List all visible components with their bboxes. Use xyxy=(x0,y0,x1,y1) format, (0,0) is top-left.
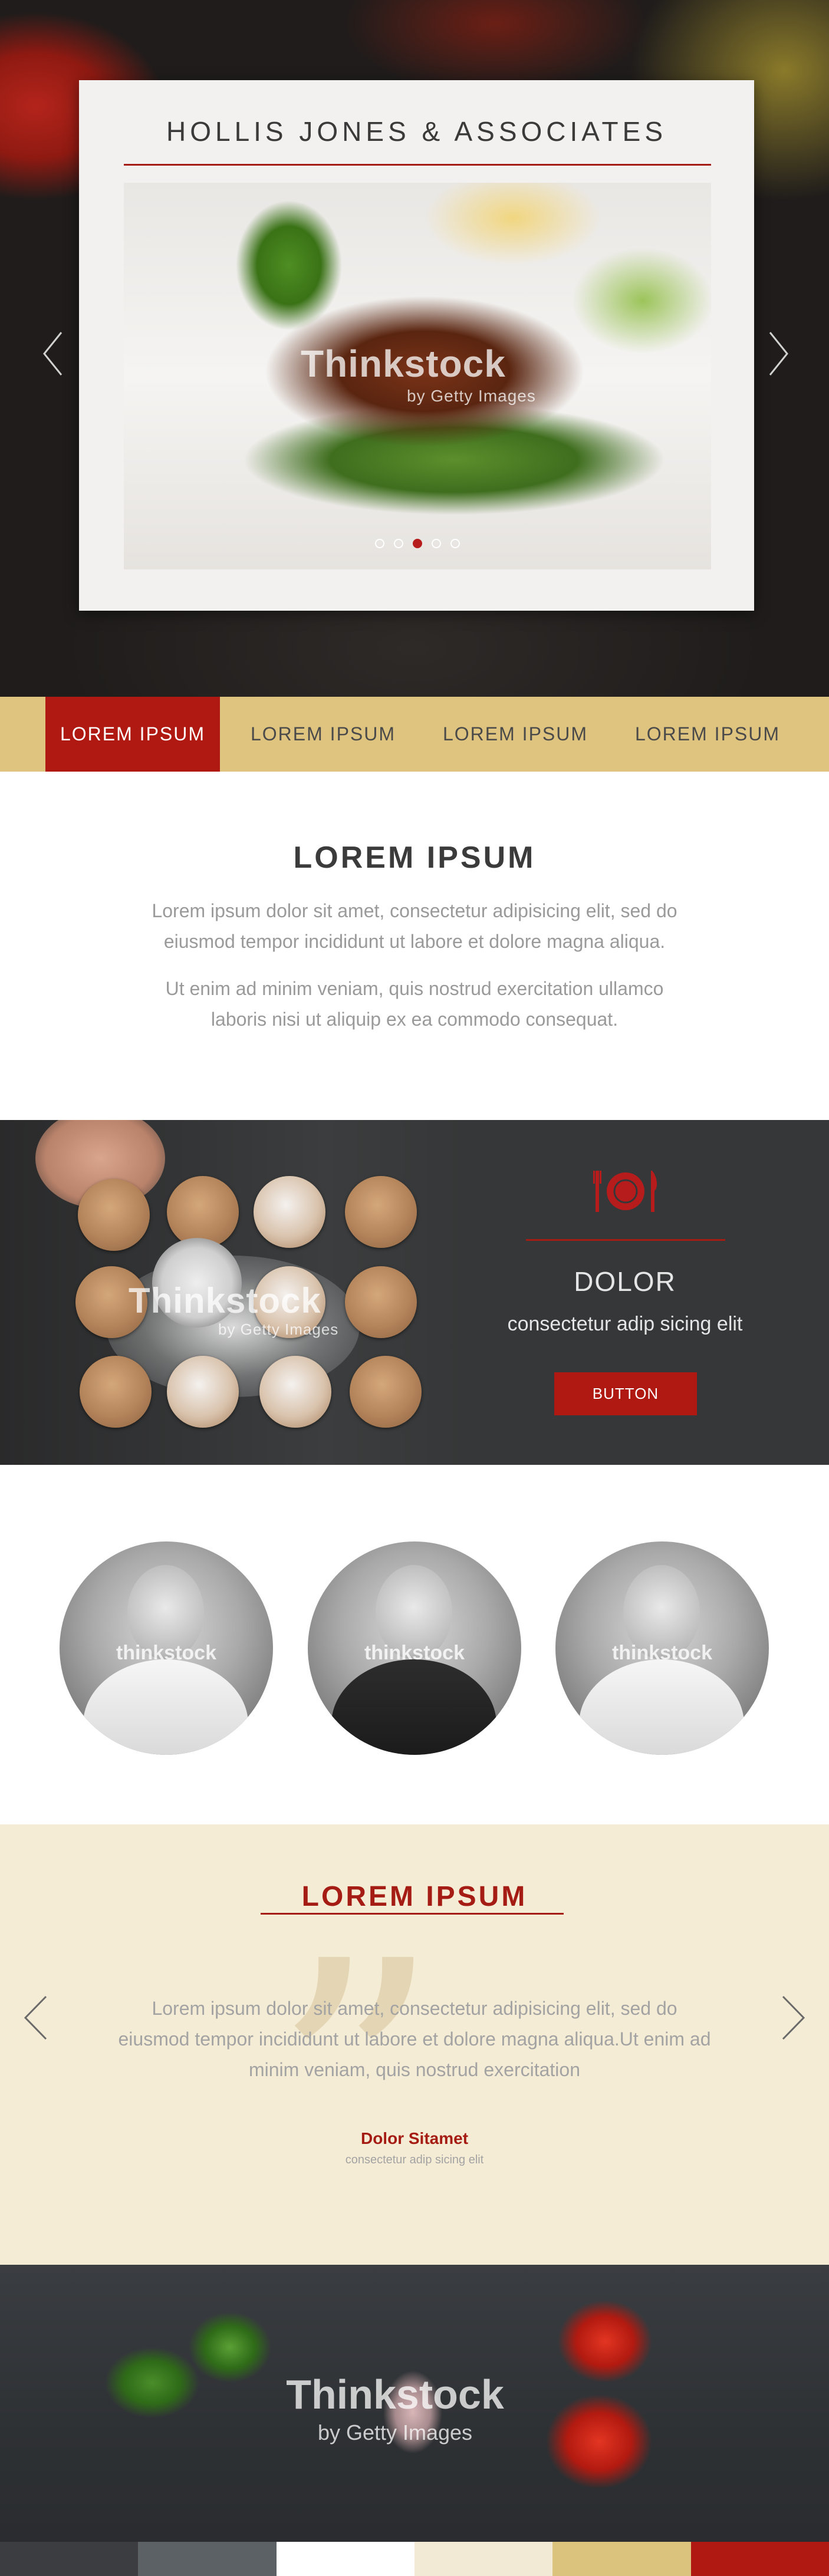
slide-dot-5[interactable] xyxy=(450,539,460,548)
baking-photo: Thinkstock by Getty Images xyxy=(0,1120,466,1465)
intro-title: LOREM IPSUM xyxy=(293,841,536,875)
slide-dot-3[interactable] xyxy=(413,539,422,548)
portrait-watermark: thinkstock xyxy=(116,1642,217,1664)
portrait-body xyxy=(331,1659,496,1755)
feature-button[interactable]: BUTTON xyxy=(554,1372,697,1415)
portrait-watermark: thinkstock xyxy=(611,1642,713,1664)
title-divider xyxy=(124,164,711,166)
footer-watermark-sub: by Getty Images xyxy=(317,2420,473,2445)
testimonial-quote: Lorem ipsum dolor sit amet, consectetur … xyxy=(118,1998,711,2080)
portrait-watermark: thinkstock xyxy=(364,1642,465,1664)
testimonial-prev-arrow[interactable] xyxy=(24,1995,47,2040)
muffin xyxy=(350,1356,422,1428)
feature-title: DOLOR xyxy=(574,1266,676,1297)
palette-swatch xyxy=(690,2542,829,2576)
testimonial-next-arrow[interactable] xyxy=(782,1995,805,2040)
nav-item-2[interactable]: LOREM IPSUM xyxy=(236,697,410,772)
hero-prev-arrow[interactable] xyxy=(42,331,62,376)
color-palette xyxy=(0,2542,829,2576)
garnish-graphic xyxy=(230,200,348,336)
muffin xyxy=(80,1356,152,1428)
team-portrait-2[interactable]: thinkstock xyxy=(308,1541,521,1755)
muffin xyxy=(167,1176,239,1248)
intro-paragraph-1: Lorem ipsum dolor sit amet, consectetur … xyxy=(152,900,677,952)
muffin xyxy=(167,1356,239,1428)
portrait-body xyxy=(579,1659,744,1755)
plate-fork-knife-icon xyxy=(593,1167,658,1218)
nav-item-1[interactable]: LOREM IPSUM xyxy=(45,697,220,772)
palette-swatch xyxy=(0,2542,139,2576)
footer-watermark: Thinkstock xyxy=(286,2371,504,2417)
intro-paragraph-2: Ut enim ad minim veniam, quis nostrud ex… xyxy=(165,978,664,1030)
team-portrait-1[interactable]: thinkstock xyxy=(60,1541,273,1755)
nav-item-3[interactable]: LOREM IPSUM xyxy=(428,697,603,772)
feature-subtitle: consectetur adip sicing elit xyxy=(507,1313,743,1335)
palette-swatch xyxy=(552,2542,691,2576)
slide-dot-2[interactable] xyxy=(394,539,403,548)
nav-item-4[interactable]: LOREM IPSUM xyxy=(620,697,795,772)
hero-slide-image: Thinkstock by Getty Images xyxy=(124,183,711,569)
muffin xyxy=(259,1356,331,1428)
muffin xyxy=(254,1176,325,1248)
slide-indicators xyxy=(124,539,711,551)
testimonial-section: ” LOREM IPSUM Lorem ipsum dolor sit amet… xyxy=(0,1824,829,2265)
footer-image: Thinkstock by Getty Images xyxy=(0,2265,829,2542)
feature-watermark: Thinkstock xyxy=(129,1281,321,1320)
palette-swatch xyxy=(276,2542,414,2576)
feature-section: Thinkstock by Getty Images DOLOR consect… xyxy=(0,1120,829,1465)
testimonial-author: Dolor Sitamet xyxy=(360,2129,469,2147)
slide-dot-1[interactable] xyxy=(375,539,384,548)
site-title: HOLLIS JONES & ASSOCIATES xyxy=(166,116,667,147)
palette-swatch xyxy=(414,2542,553,2576)
slide-dot-4[interactable] xyxy=(432,539,441,548)
testimonial-role: consectetur adip sicing elit xyxy=(345,2153,484,2166)
hero-next-arrow[interactable] xyxy=(769,331,789,376)
intro-section: LOREM IPSUM Lorem ipsum dolor sit amet, … xyxy=(0,772,829,1120)
testimonial-title: LOREM IPSUM xyxy=(301,1881,528,1912)
feature-divider xyxy=(526,1239,725,1241)
muffin xyxy=(345,1176,417,1248)
hero-watermark: Thinkstock xyxy=(301,342,506,385)
hero-card: HOLLIS JONES & ASSOCIATES Thinkstock by … xyxy=(79,80,754,611)
portrait-body xyxy=(83,1659,248,1755)
palette-swatch xyxy=(138,2542,277,2576)
team-section: thinkstock thinkstock thinkstock xyxy=(0,1465,829,1824)
hero-watermark-sub: by Getty Images xyxy=(407,387,536,405)
feature-watermark-sub: by Getty Images xyxy=(218,1320,339,1338)
muffin xyxy=(345,1266,417,1338)
team-portrait-3[interactable]: thinkstock xyxy=(555,1541,769,1755)
hero-banner: HOLLIS JONES & ASSOCIATES Thinkstock by … xyxy=(0,0,829,697)
testimonial-divider xyxy=(261,1913,564,1915)
main-nav: LOREM IPSUM LOREM IPSUM LOREM IPSUM LORE… xyxy=(0,697,829,772)
muffin xyxy=(78,1179,150,1251)
